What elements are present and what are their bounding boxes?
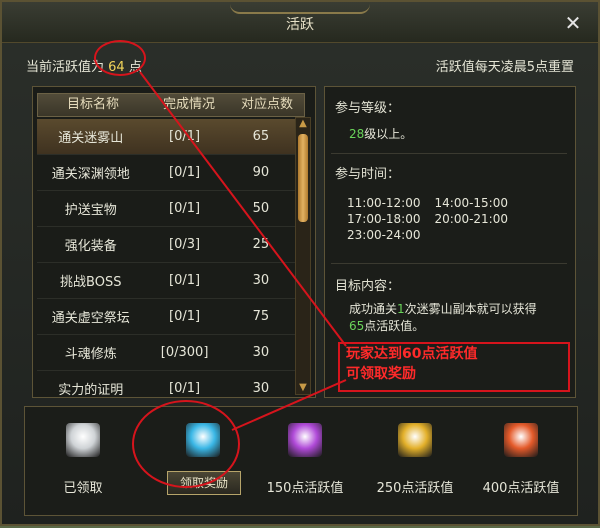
task-progress: [0/1] — [169, 309, 201, 324]
reward-slot: 250点活跃值 — [365, 417, 465, 507]
reward-slot: 已领取 — [33, 417, 133, 507]
task-points: 30 — [252, 345, 270, 360]
target-suffix: 点活跃值。 — [364, 319, 425, 333]
target-mid: 次迷雾山副本就可以获得 — [404, 302, 537, 316]
table-row[interactable]: 强化装备 [0/3] 25 — [37, 227, 297, 263]
target-prefix: 成功通关 — [349, 302, 398, 316]
divider — [331, 153, 567, 154]
task-name: 通关虚空祭坛 — [51, 311, 130, 326]
highlight-circle — [94, 40, 146, 76]
task-progress: [0/1] — [169, 129, 201, 144]
task-points: 65 — [252, 129, 270, 144]
task-progress: [0/300] — [160, 345, 209, 360]
task-rows: 通关迷雾山 [0/1] 65 通关深渊领地 [0/1] 90 护送宝物 [0/1] 50 强… — [37, 119, 297, 407]
task-name: 强化装备 — [64, 239, 117, 254]
chest-icon[interactable] — [288, 423, 322, 457]
reward-label: 已领取 — [63, 481, 103, 496]
time-slot: 20:00-21:00 — [434, 212, 509, 226]
annotation-line1: 玩家达到60点活跃值 — [346, 346, 478, 362]
reward-label: 400点活跃值 — [482, 481, 560, 496]
title-ornament — [230, 4, 370, 14]
task-scrollbar[interactable]: ▲ ▼ — [295, 117, 311, 395]
level-requirement: 28级以上。 — [349, 125, 412, 142]
annotation-line2: 可领取奖励 — [346, 366, 416, 382]
scroll-down-icon[interactable]: ▼ — [296, 382, 310, 394]
time-slot: 11:00-12:00 — [347, 196, 421, 210]
chest-icon[interactable] — [504, 423, 538, 457]
task-progress: [0/1] — [169, 165, 201, 180]
task-points: 90 — [252, 165, 270, 180]
reset-note: 活跃值每天凌晨5点重置 — [435, 60, 574, 75]
task-list-panel: 目标名称 完成情况 对应点数 通关迷雾山 [0/1] 65 通关深渊领地 [0/1] 9… — [32, 86, 316, 407]
window-title: 活跃 — [286, 17, 314, 33]
table-row[interactable]: 通关虚空祭坛 [0/1] 75 — [37, 299, 297, 335]
col-header-points: 对应点数 — [240, 97, 293, 112]
task-name: 实力的证明 — [58, 383, 124, 398]
reward-slot: 400点活跃值 — [471, 417, 571, 507]
target-label: 目标内容： — [335, 279, 401, 294]
chest-icon[interactable] — [398, 423, 432, 457]
task-points: 75 — [252, 309, 270, 324]
task-progress: [0/1] — [169, 201, 201, 216]
task-points: 25 — [252, 237, 270, 252]
activity-window: 活跃 ✕ 当前活跃值为 64 点 活跃值每天凌晨5点重置 目标名称 完成情况 对… — [0, 0, 600, 526]
time-slots: 11:00-12:00 14:00-15:00 17:00-18:00 20:00-… — [347, 195, 508, 243]
scroll-up-icon[interactable]: ▲ — [296, 118, 310, 130]
target-description: 成功通关1次迷雾山副本就可以获得 65点活跃值。 — [349, 301, 569, 335]
target-count: 1 — [397, 302, 405, 316]
task-progress: [0/1] — [169, 273, 201, 288]
task-points: 50 — [252, 201, 270, 216]
current-label-prefix: 当前活跃值为 — [26, 60, 105, 75]
table-header: 目标名称 完成情况 对应点数 — [37, 93, 305, 117]
col-header-name: 目标名称 — [66, 97, 119, 112]
time-slot: 23:00-24:00 — [347, 228, 421, 242]
table-row[interactable]: 斗魂修炼 [0/300] 30 — [37, 335, 297, 371]
reward-slot: 150点活跃值 — [255, 417, 355, 507]
time-label: 参与时间： — [335, 167, 401, 182]
reward-label: 250点活跃值 — [376, 481, 454, 496]
col-header-progress: 完成情况 — [162, 97, 215, 112]
time-slot: 17:00-18:00 — [347, 212, 421, 226]
task-name: 挑战BOSS — [60, 275, 122, 290]
annotation-box: 玩家达到60点活跃值 可领取奖励 — [338, 342, 570, 392]
task-name: 通关深渊领地 — [51, 167, 130, 182]
task-name: 通关迷雾山 — [58, 131, 124, 146]
task-points: 30 — [252, 273, 270, 288]
table-row[interactable]: 挑战BOSS [0/1] 30 — [37, 263, 297, 299]
table-row[interactable]: 通关深渊领地 [0/1] 90 — [37, 155, 297, 191]
task-name: 斗魂修炼 — [64, 347, 117, 362]
target-points: 65 — [349, 319, 365, 333]
reward-panel: 已领取 领取奖励 150点活跃值 250点活跃值 400点活跃值 — [24, 406, 578, 516]
table-row[interactable]: 通关迷雾山 [0/1] 65 — [37, 119, 297, 155]
task-progress: [0/3] — [169, 237, 201, 252]
close-icon[interactable]: ✕ — [562, 12, 584, 34]
divider — [331, 263, 567, 264]
table-row[interactable]: 护送宝物 [0/1] 50 — [37, 191, 297, 227]
scroll-thumb[interactable] — [298, 134, 308, 222]
task-points: 30 — [252, 381, 270, 396]
level-suffix: 级以上。 — [364, 127, 413, 141]
task-progress: [0/1] — [169, 381, 201, 396]
highlight-circle — [132, 400, 240, 488]
reward-label: 150点活跃值 — [266, 481, 344, 496]
time-slot: 14:00-15:00 — [434, 196, 509, 210]
chest-icon — [66, 423, 100, 457]
level-value: 28 — [349, 127, 365, 141]
title-bar: 活跃 ✕ — [2, 2, 598, 43]
task-name: 护送宝物 — [64, 203, 117, 218]
level-label: 参与等级： — [335, 101, 401, 116]
